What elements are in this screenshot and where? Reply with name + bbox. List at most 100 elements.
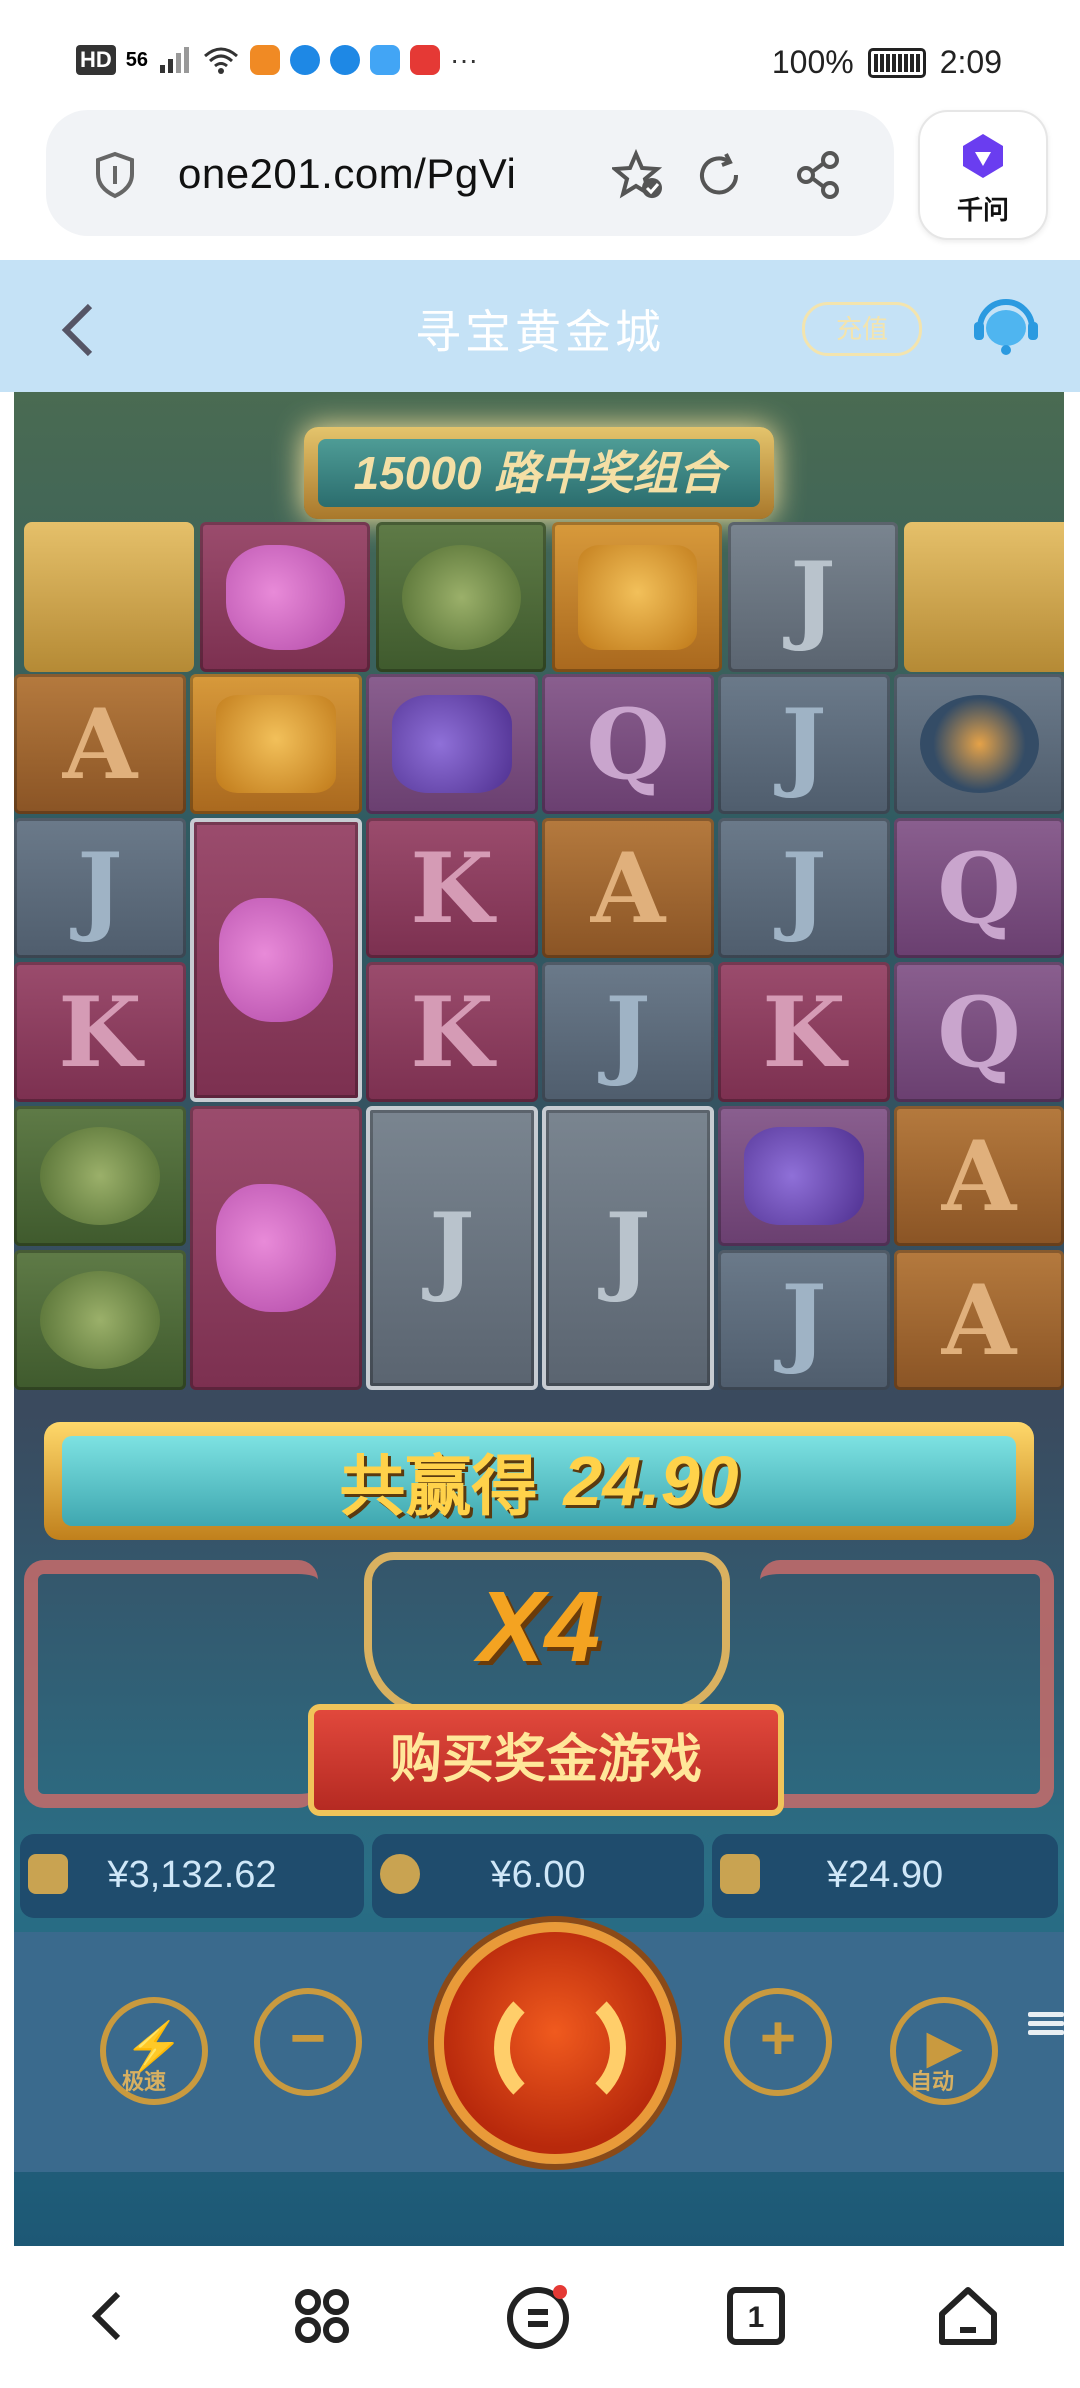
symbol-letter: A	[542, 818, 714, 958]
symbol-letter: J	[718, 1250, 890, 1390]
total-win-label: 共赢得	[339, 1449, 538, 1523]
clock: 2:09	[939, 44, 1002, 80]
ways-banner: 15000 路中奖组合	[304, 427, 774, 519]
refresh-icon[interactable]	[692, 148, 746, 202]
symbol-letter: J	[718, 818, 890, 958]
signal-icon	[160, 47, 190, 73]
spin-arrows-icon	[494, 1982, 626, 2114]
tabs-icon[interactable]: 1	[720, 2280, 792, 2352]
symbol-sun-wild	[894, 674, 1064, 814]
bird-icon	[215, 1184, 337, 1312]
jade-icon	[39, 1127, 161, 1225]
bet-value: ¥6.00	[490, 1854, 586, 1896]
nav-back-icon[interactable]	[72, 2280, 144, 2352]
game-menu-icon[interactable]	[1028, 2008, 1064, 2044]
apps-icon[interactable]	[286, 2280, 358, 2352]
bird-icon	[218, 897, 334, 1023]
symbol-letter: K	[718, 962, 890, 1102]
messenger-app-icon-2	[330, 45, 361, 75]
symbol-snake	[718, 1106, 890, 1246]
turbo-label: 极速	[122, 2069, 167, 2094]
total-win-bar: 共赢得 24.90	[44, 1422, 1034, 1540]
wifi-icon	[204, 47, 239, 74]
browser-bottom-bar: 1	[0, 2246, 1080, 2388]
messenger-app-icon	[290, 45, 321, 75]
symbol-jade	[376, 522, 546, 672]
recharge-button[interactable]: 充值	[802, 302, 922, 356]
jade-icon	[39, 1271, 161, 1369]
spin-button[interactable]	[434, 1922, 676, 2164]
bet-panel: ¥6.00	[372, 1834, 704, 1918]
symbol-letter: A	[14, 674, 186, 814]
autoplay-label: 自动	[910, 2069, 955, 2094]
qianwen-label: 千问	[956, 195, 1009, 225]
total-win-amount: 24.90	[563, 1442, 739, 1520]
symbol-letter: K	[366, 962, 538, 1102]
symbol-bird-tall	[190, 1106, 362, 1390]
reel-grid: J A Q J J K A J Q K K J K Q J J A J A	[14, 522, 1064, 1392]
jade-icon	[401, 544, 521, 650]
mask-icon	[577, 544, 697, 650]
battery-percent: 100%	[771, 44, 854, 80]
favorite-star-icon[interactable]	[612, 148, 666, 202]
symbol-mask	[190, 674, 362, 814]
symbol-letter: Q	[894, 818, 1064, 958]
home-icon[interactable]	[932, 2280, 1004, 2352]
symbol-letter-tall: J	[542, 1106, 714, 1390]
increase-bet-button[interactable]: +	[724, 1988, 832, 2096]
symbol-letter: Q	[894, 962, 1064, 1102]
shopping-app-icon	[410, 45, 441, 75]
symbol-letter: A	[894, 1250, 1064, 1390]
mask-icon	[215, 695, 337, 793]
symbol-bird-tall	[190, 818, 362, 1102]
menu-icon[interactable]	[502, 2280, 574, 2352]
symbol-letter-tall: J	[366, 1106, 538, 1390]
symbol-letter: K	[366, 818, 538, 958]
bird-icon	[225, 544, 345, 650]
balance-value: ¥3,132.62	[107, 1854, 277, 1896]
share-icon[interactable]	[792, 148, 846, 202]
shield-icon[interactable]	[88, 148, 142, 202]
status-left: HD 56 ···	[76, 44, 478, 76]
status-bar: HD 56 ··· 100% 2:09	[0, 0, 1080, 110]
app-header: 寻宝黄金城 充值	[0, 260, 1080, 392]
win-panel: ¥24.90	[712, 1834, 1058, 1918]
symbol-letter: A	[894, 1106, 1064, 1246]
frame-scroll-left	[24, 522, 194, 672]
address-bar[interactable]: one201.com/PgVi	[46, 110, 894, 236]
hd-badge: HD	[76, 45, 116, 75]
symbol-letter: K	[14, 962, 186, 1102]
sun-icon	[919, 695, 1039, 793]
symbol-jade	[14, 1106, 186, 1246]
cloud-app-icon	[370, 45, 401, 75]
symbol-letter: J	[542, 962, 714, 1102]
qianwen-assistant-button[interactable]: 千问	[918, 110, 1048, 240]
symbol-bird	[200, 522, 370, 672]
svg-text:1: 1	[748, 2301, 765, 2334]
more-notifications: ···	[450, 44, 479, 75]
symbol-letter: J	[718, 674, 890, 814]
slot-game[interactable]: 15000 路中奖组合 J A Q J J K A J Q K K J K Q …	[14, 392, 1064, 2246]
frame-scroll-right	[904, 522, 1064, 672]
status-right: 100% 2:09	[772, 44, 1002, 81]
url-text[interactable]: one201.com/PgVi	[178, 150, 516, 198]
snake-icon	[743, 1127, 865, 1225]
balance-panel: ¥3,132.62	[20, 1834, 364, 1918]
battery-icon	[867, 47, 926, 78]
symbol-snake	[366, 674, 538, 814]
network-5g-label: 56	[125, 48, 149, 71]
total-win-inner: 共赢得 24.90	[62, 1436, 1016, 1526]
multiplier: X4	[477, 1571, 601, 1683]
qianwen-logo-icon	[963, 134, 1003, 178]
buy-bonus-button[interactable]: 购买奖金游戏	[308, 1704, 784, 1816]
decrease-bet-button[interactable]: −	[254, 1988, 362, 2096]
customer-service-icon[interactable]	[970, 294, 1042, 358]
win-total-value: ¥24.90	[826, 1854, 944, 1896]
symbol-letter: J	[728, 522, 898, 672]
symbol-letter: Q	[542, 674, 714, 814]
symbol-letter: J	[14, 818, 186, 958]
video-app-icon	[250, 45, 281, 75]
symbol-mask	[552, 522, 722, 672]
ways-banner-text: 15000 路中奖组合	[318, 439, 760, 507]
snake-icon	[391, 695, 513, 793]
